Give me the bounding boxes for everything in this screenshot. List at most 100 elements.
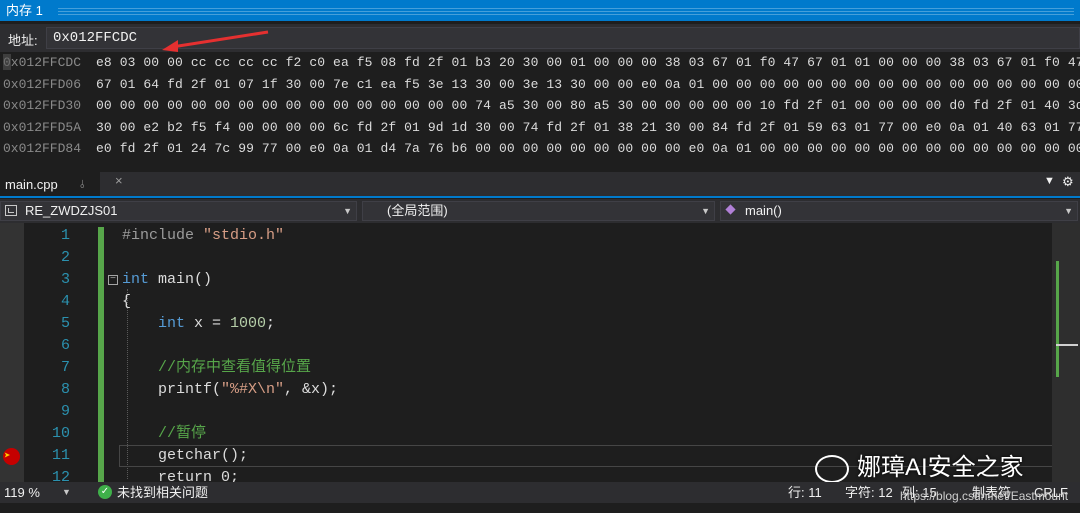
annotation-arrow-icon — [162, 30, 269, 52]
issues-status[interactable]: 未找到相关问题 — [117, 482, 208, 503]
function-icon — [725, 204, 736, 215]
project-dropdown[interactable]: RE_ZWDZJS01 ▼ — [0, 201, 357, 221]
code-text[interactable]: //暂停 — [122, 423, 206, 445]
tab-label: main.cpp — [5, 177, 58, 192]
memory-window-title-bar[interactable]: 内存 1 — [0, 0, 1080, 21]
memory-row[interactable]: 0x012FFD5A 30 00 e2 b2 f5 f4 00 00 00 00 … — [0, 117, 1080, 139]
code-token: return 0; — [122, 469, 240, 482]
memory-cursor — [3, 54, 11, 70]
code-text[interactable]: return 0; — [122, 467, 239, 482]
memory-row-address: 0x012FFCDC — [3, 55, 82, 70]
zoom-level[interactable]: 119 % — [4, 482, 40, 503]
code-line[interactable]: 4{ — [0, 291, 1052, 313]
memory-row-bytes[interactable]: 30 00 e2 b2 f5 f4 00 00 00 00 6c fd 2f 0… — [96, 117, 1080, 139]
line-number: 1 — [60, 227, 70, 244]
line-number: 9 — [60, 403, 70, 420]
scope-dropdown[interactable]: (全局范围) ▼ — [362, 201, 715, 221]
code-line[interactable]: 7 //内存中查看值得位置 — [0, 357, 1052, 379]
code-line[interactable]: 6 — [0, 335, 1052, 357]
code-token: "stdio.h" — [203, 227, 285, 244]
code-line[interactable]: 3 int main() — [0, 269, 1052, 291]
code-line[interactable]: 9 — [0, 401, 1052, 423]
code-token: getchar(); — [122, 447, 249, 464]
code-token: #include — [122, 227, 204, 244]
scope-name: (全局范围) — [387, 203, 448, 218]
line-number: 7 — [60, 359, 70, 376]
title-bar-grip[interactable] — [58, 7, 1074, 15]
memory-row[interactable]: 0x012FFD30 00 00 00 00 00 00 00 00 00 00 … — [0, 95, 1080, 117]
memory-row[interactable]: 0x012FFDAE 00 00 00 00 00 00 00 00 00 00 … — [0, 160, 1080, 165]
watermark-text: 娜璋AI安全之家 — [857, 454, 1024, 481]
code-text[interactable]: printf("%#X\n", &x); — [122, 379, 338, 401]
code-text[interactable]: int x = 1000; — [122, 313, 275, 335]
memory-row-bytes[interactable]: 00 00 00 00 00 00 00 00 00 00 00 00 00 0… — [96, 160, 1080, 165]
code-token: "%#X\n" — [221, 381, 285, 398]
memory-row-address: 0x012FFDAE — [3, 160, 81, 165]
project-name: RE_ZWDZJS01 — [25, 203, 118, 218]
memory-row-bytes[interactable]: 00 00 00 00 00 00 00 00 00 00 00 00 00 0… — [96, 95, 1080, 117]
chevron-down-icon: ▼ — [343, 206, 352, 216]
line-number: 6 — [60, 337, 70, 354]
check-icon: ✓ — [98, 485, 112, 499]
code-text[interactable]: int main() — [122, 269, 212, 291]
function-dropdown[interactable]: main() ▼ — [720, 201, 1078, 221]
memory-window-title: 内存 1 — [6, 3, 43, 18]
code-line[interactable]: 1 #include "stdio.h" — [0, 225, 1052, 247]
char-indicator: 字符: 12 — [845, 485, 893, 500]
code-token: int — [122, 315, 186, 332]
row-indicator: 行: 11 — [788, 485, 822, 500]
close-icon[interactable]: × — [115, 173, 123, 188]
wechat-icon — [815, 454, 849, 483]
chevron-down-icon[interactable]: ▼ — [1044, 175, 1055, 187]
memory-row[interactable]: 0x012FFCDC e8 03 00 00 cc cc cc cc f2 c0 … — [0, 52, 1080, 74]
gear-icon[interactable]: ⚙ — [1062, 174, 1074, 190]
code-token: //内存中查看值得位置 — [122, 359, 312, 376]
execution-arrow-icon: ➤ — [4, 451, 11, 463]
watermark-url: https://blog.csdn.net/Eastmount — [900, 489, 1069, 503]
memory-row-address: 0x012FFD5A — [3, 119, 82, 135]
memory-row[interactable]: 0x012FFD84 e0 fd 2f 01 24 7c 99 77 00 e0 … — [0, 138, 1080, 160]
line-number: 4 — [60, 293, 70, 310]
code-token: //暂停 — [122, 425, 207, 442]
chevron-down-icon: ▼ — [701, 206, 710, 216]
code-editor[interactable]: − 1 #include "stdio.h" 2 3 int main() 4{5 int… — [0, 223, 1080, 482]
pin-icon[interactable]: ⫰ — [80, 172, 85, 198]
code-text[interactable]: getchar(); — [122, 445, 248, 467]
code-line[interactable]: 5 int x = 1000; — [0, 313, 1052, 335]
tab-main-cpp[interactable]: main.cpp ⫰ — [0, 172, 100, 196]
scroll-thumb[interactable] — [1056, 344, 1078, 346]
navigation-bar: RE_ZWDZJS01 ▼ (全局范围) ▼ main() ▼ — [0, 199, 1080, 223]
code-token: main() — [149, 271, 213, 288]
code-token: int — [122, 271, 150, 288]
code-line[interactable]: 10 //暂停 — [0, 423, 1052, 445]
project-icon — [5, 205, 17, 216]
line-number: 3 — [60, 271, 70, 288]
line-number: 5 — [60, 315, 70, 332]
chevron-down-icon: ▼ — [1064, 206, 1073, 216]
code-token: , &x); — [284, 381, 339, 398]
code-text[interactable]: { — [122, 291, 131, 313]
code-token: x = — [185, 315, 231, 332]
memory-row-bytes[interactable]: e0 fd 2f 01 24 7c 99 77 00 e0 0a 01 d4 7… — [96, 138, 1080, 160]
code-text[interactable]: #include "stdio.h" — [122, 225, 284, 247]
code-line[interactable]: 8 printf("%#X\n", &x); — [0, 379, 1052, 401]
code-text[interactable]: //内存中查看值得位置 — [122, 357, 311, 379]
address-label: 地址: — [8, 33, 38, 48]
tab-accent-line — [0, 196, 1080, 198]
editor-tab-strip: main.cpp ⫰ × ▼ ⚙ — [0, 172, 1080, 198]
memory-row-bytes[interactable]: 67 01 64 fd 2f 01 07 1f 30 00 7e c1 ea f… — [96, 74, 1080, 96]
bottom-strip — [0, 503, 1080, 513]
line-number: 11 — [51, 447, 70, 464]
memory-row-address: 0x012FFD84 — [3, 141, 82, 156]
vertical-scrollbar[interactable]: ⇵ — [1052, 223, 1080, 482]
function-name: main() — [745, 203, 782, 218]
chevron-down-icon[interactable]: ▼ — [62, 482, 71, 503]
memory-row-bytes[interactable]: e8 03 00 00 cc cc cc cc f2 c0 ea f5 08 f… — [96, 52, 1080, 74]
memory-grid[interactable]: 0x012FFCDC e8 03 00 00 cc cc cc cc f2 c0 … — [0, 52, 1080, 164]
watermark: 娜璋AI安全之家 — [815, 447, 1024, 483]
line-number: 2 — [60, 249, 70, 266]
line-number: 10 — [51, 425, 70, 442]
memory-row[interactable]: 0x012FFD06 67 01 64 fd 2f 01 07 1f 30 00 … — [0, 74, 1080, 96]
code-token: { — [122, 293, 132, 310]
code-line[interactable]: 2 — [0, 247, 1052, 269]
